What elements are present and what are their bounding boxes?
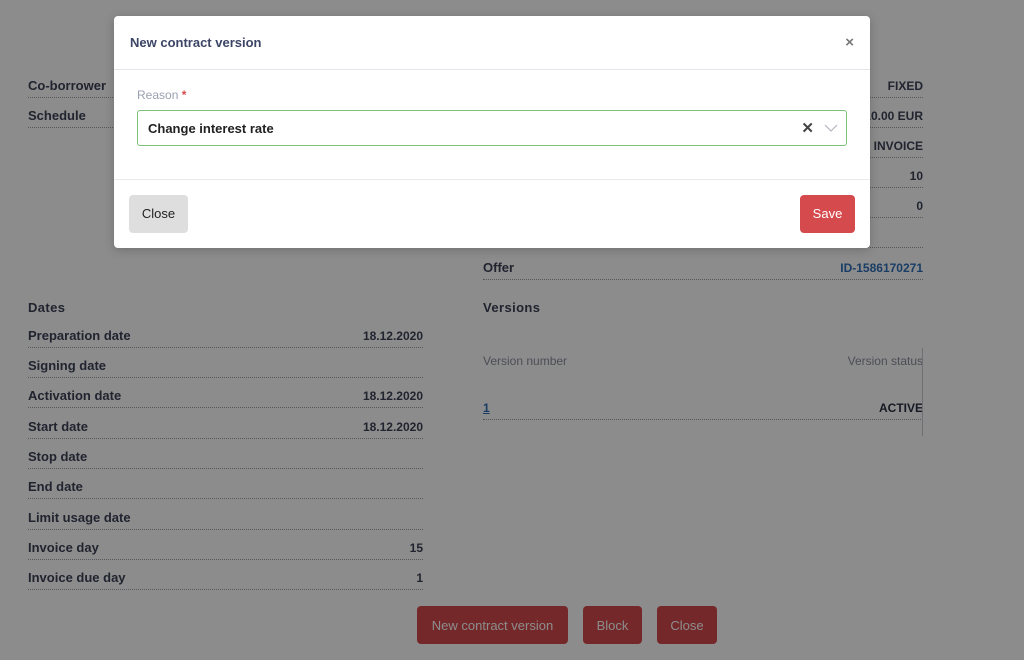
reason-selected-value: Change interest rate — [148, 120, 274, 136]
new-contract-version-dialog: New contract version × Reason * Change i… — [114, 16, 870, 248]
dialog-title: New contract version — [130, 35, 262, 50]
select-controls: ✕ — [801, 119, 838, 137]
dialog-header: New contract version × — [114, 16, 870, 70]
save-button[interactable]: Save — [800, 194, 855, 233]
clear-icon[interactable]: ✕ — [801, 119, 814, 137]
close-icon[interactable]: × — [845, 34, 854, 51]
reason-label-text: Reason — [137, 88, 179, 102]
reason-label: Reason * — [137, 88, 847, 102]
required-indicator: * — [181, 88, 187, 102]
dialog-close-button[interactable]: Close — [129, 194, 188, 233]
reason-select[interactable]: Change interest rate ✕ — [137, 110, 847, 146]
dialog-body: Reason * Change interest rate ✕ — [114, 70, 870, 180]
chevron-down-icon[interactable] — [824, 123, 838, 133]
dialog-footer: Close Save — [114, 180, 870, 247]
